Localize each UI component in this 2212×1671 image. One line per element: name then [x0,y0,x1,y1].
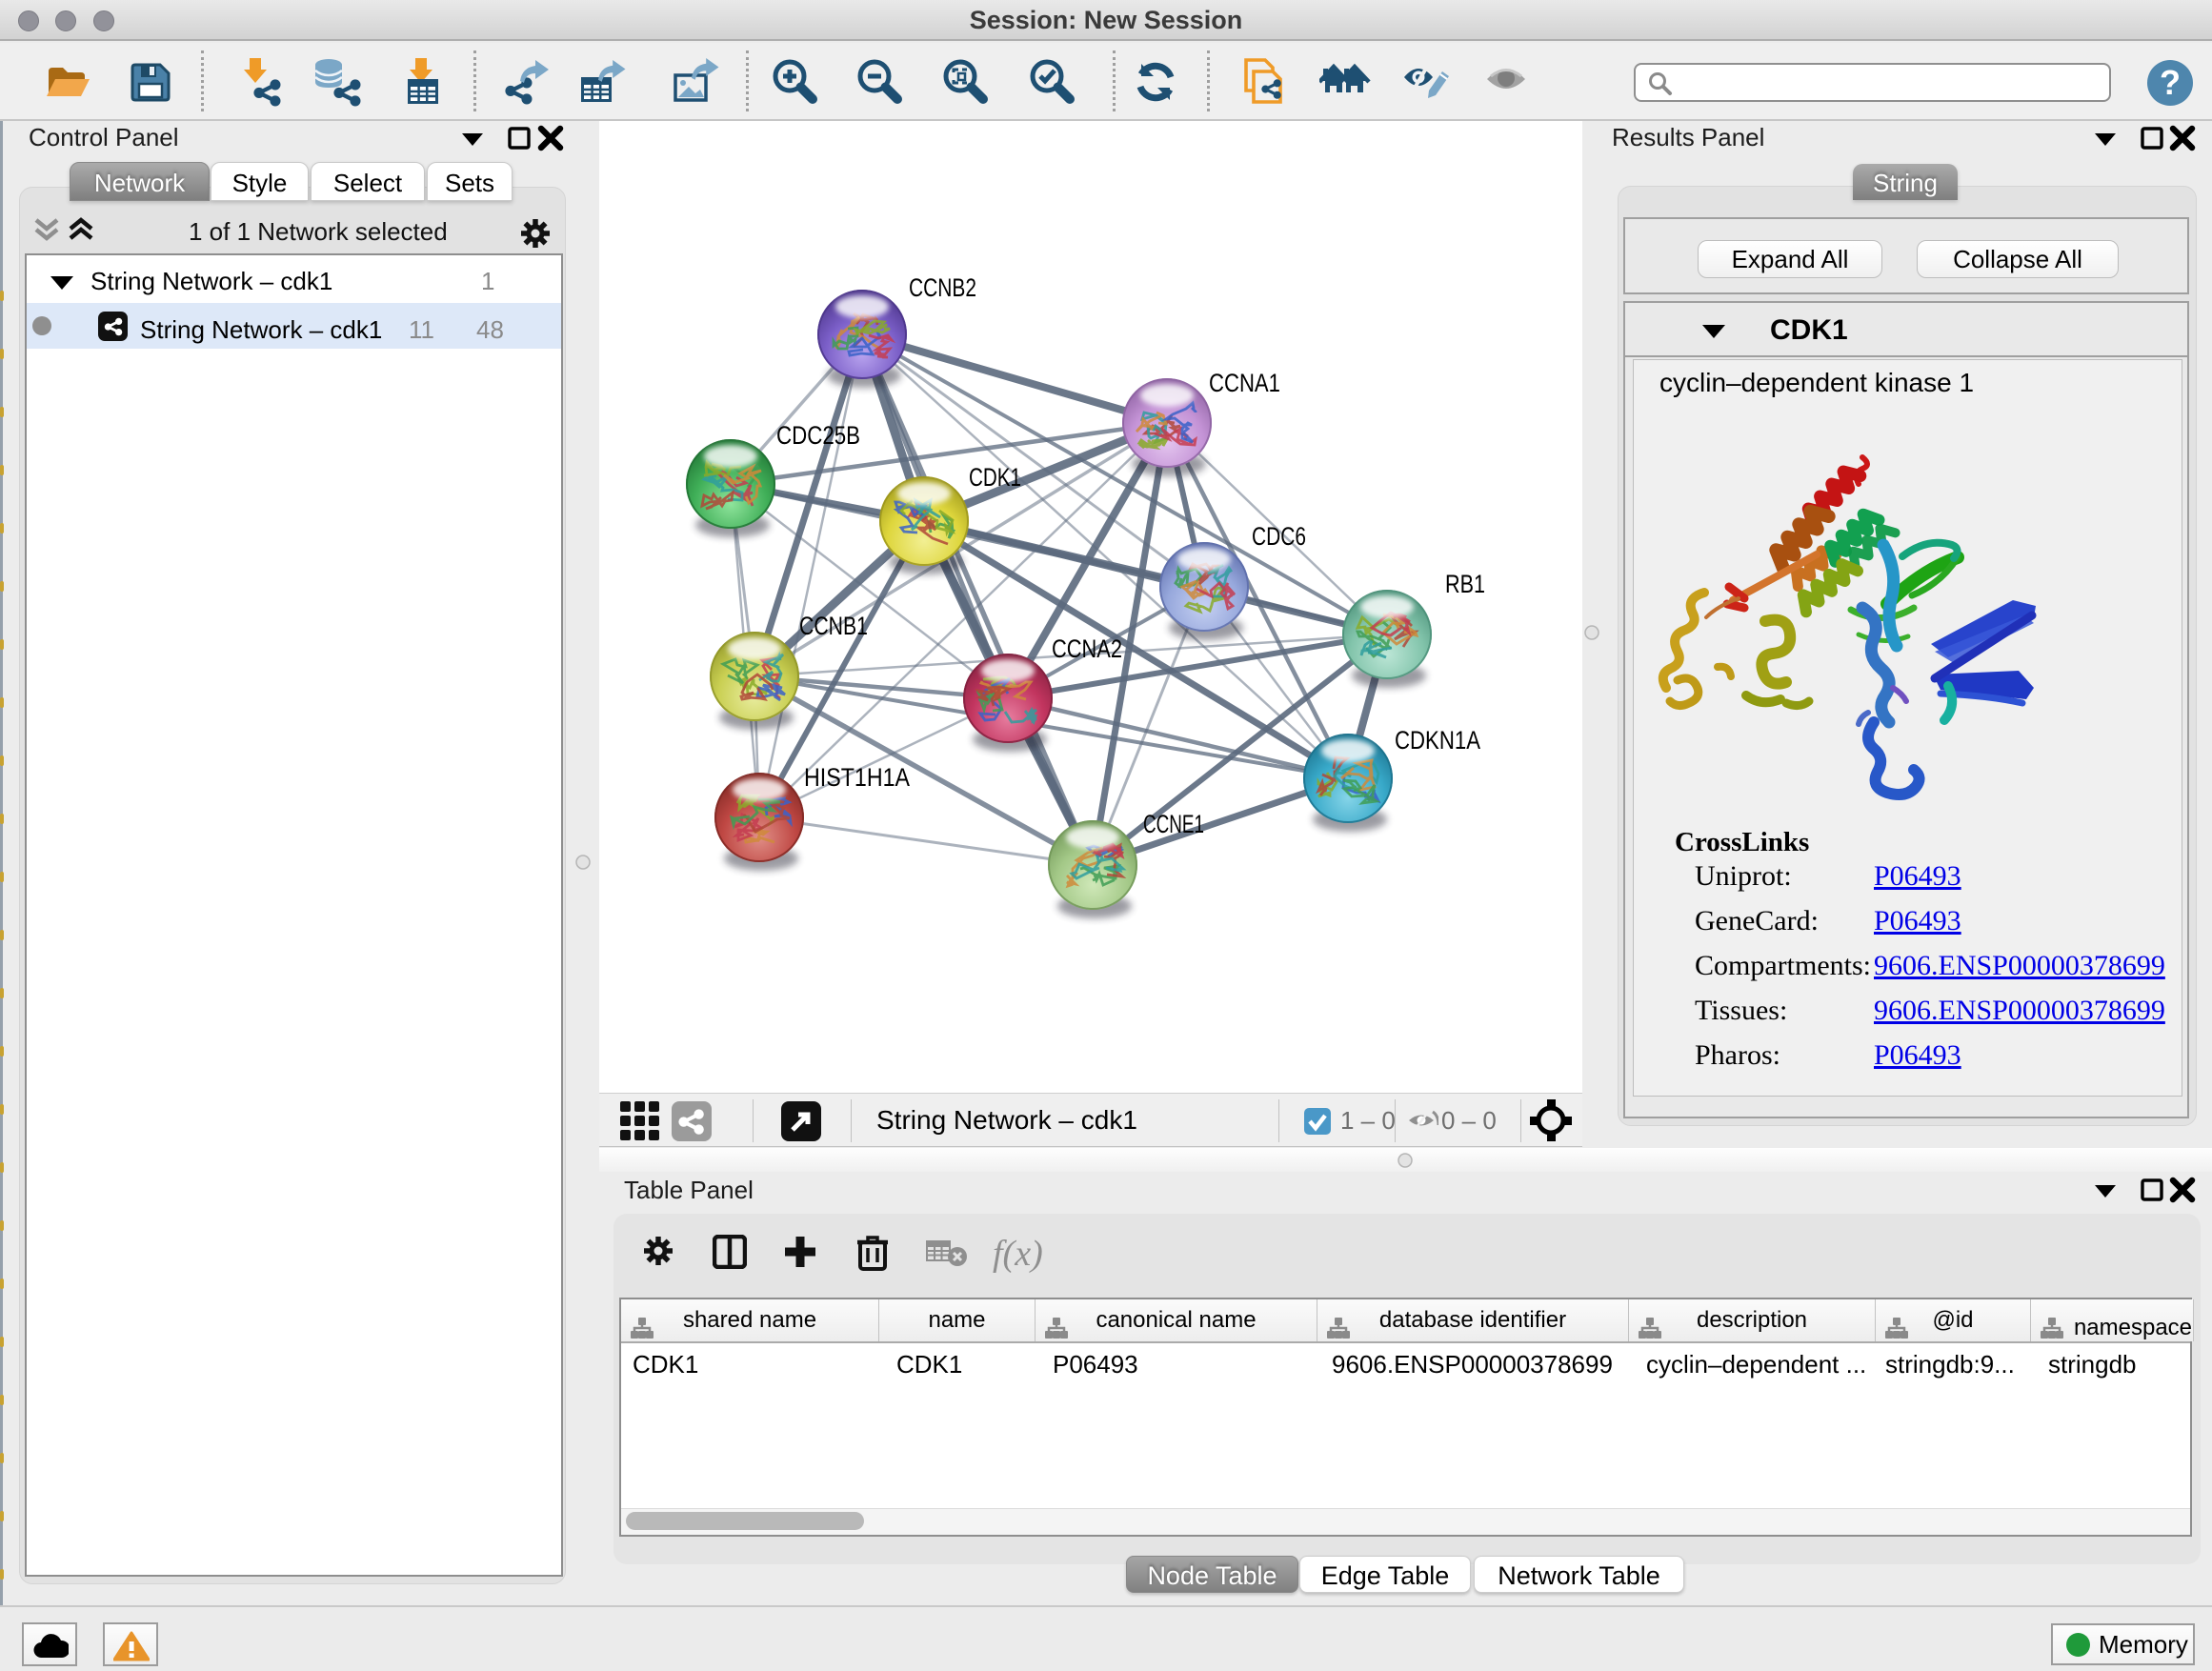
svg-text:CCNB2: CCNB2 [909,273,976,302]
svg-text:CCNA1: CCNA1 [1209,369,1280,397]
svg-text:CCNA2: CCNA2 [1052,634,1122,663]
svg-text:CDC25B: CDC25B [776,421,860,450]
svg-text:CDC6: CDC6 [1252,522,1306,551]
svg-text:?: ? [2160,63,2181,102]
svg-text:RB1: RB1 [1445,570,1485,598]
svg-text:CDKN1A: CDKN1A [1395,726,1480,755]
svg-text:CCNB1: CCNB1 [799,612,868,640]
svg-text:CCNE1: CCNE1 [1143,810,1204,838]
svg-text:HIST1H1A: HIST1H1A [804,763,910,792]
svg-text:CDK1: CDK1 [969,463,1021,492]
